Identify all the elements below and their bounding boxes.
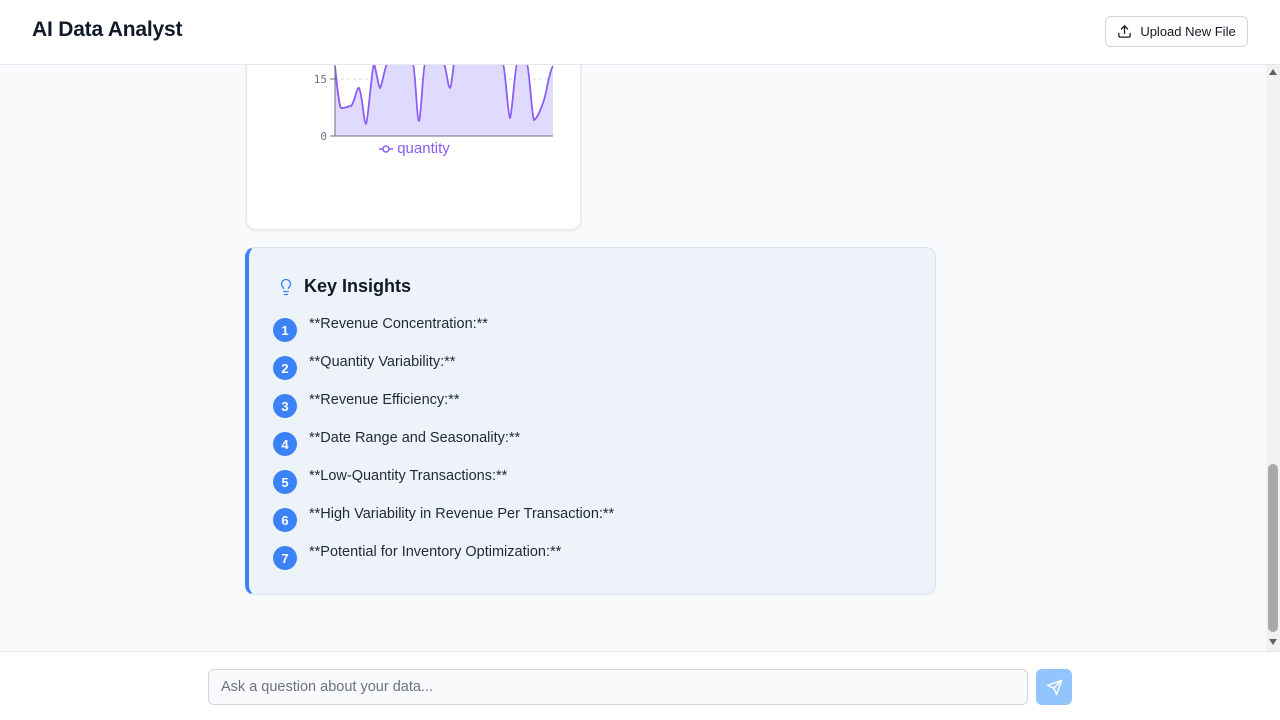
insight-text: **Low-Quantity Transactions:** <box>309 468 508 484</box>
chat-scroll-area[interactable]: 15 0 quantity Key Insights 1 **Revenue C… <box>0 65 1266 651</box>
chart-legend[interactable]: quantity <box>247 140 580 157</box>
insight-number-badge: 2 <box>273 356 297 380</box>
upload-icon <box>1118 25 1132 38</box>
insight-number-badge: 4 <box>273 432 297 456</box>
insight-item: 6 **High Variability in Revenue Per Tran… <box>273 506 614 546</box>
key-insights-panel: Key Insights 1 **Revenue Concentration:*… <box>245 247 936 595</box>
app-header: AI Data Analyst Upload New File <box>0 0 1280 65</box>
insight-list: 1 **Revenue Concentration:** 2 **Quantit… <box>273 316 614 584</box>
chart-card: 15 0 quantity <box>246 65 581 230</box>
insight-text: **Date Range and Seasonality:** <box>309 430 521 446</box>
insights-title: Key Insights <box>304 276 412 296</box>
insight-text: **High Variability in Revenue Per Transa… <box>309 506 615 522</box>
insight-item: 2 **Quantity Variability:** <box>273 354 614 394</box>
app-title: AI Data Analyst <box>32 18 183 41</box>
insight-number-badge: 1 <box>273 318 297 342</box>
insight-text: **Potential for Inventory Optimization:*… <box>309 544 562 560</box>
upload-button-label: Upload New File <box>1140 24 1236 39</box>
quantity-area-fill <box>335 65 553 136</box>
insight-item: 1 **Revenue Concentration:** <box>273 316 614 356</box>
insight-item: 4 **Date Range and Seasonality:** <box>273 430 614 470</box>
insight-item: 3 **Revenue Efficiency:** <box>273 392 614 432</box>
question-input[interactable] <box>208 669 1028 705</box>
insight-number-badge: 6 <box>273 508 297 532</box>
scrollbar[interactable] <box>1266 65 1280 651</box>
insight-text: **Revenue Concentration:** <box>309 316 488 332</box>
lightbulb-icon <box>280 278 292 295</box>
insight-text: **Revenue Efficiency:** <box>309 392 460 408</box>
insight-item: 7 **Potential for Inventory Optimization… <box>273 544 614 584</box>
chat-footer <box>0 651 1280 720</box>
insight-number-badge: 7 <box>273 546 297 570</box>
y-tick-15: 15 <box>314 73 327 86</box>
upload-new-file-button[interactable]: Upload New File <box>1105 16 1248 47</box>
scroll-up-arrow-icon[interactable] <box>1269 69 1277 75</box>
insight-text: **Quantity Variability:** <box>309 354 456 370</box>
send-button[interactable] <box>1036 669 1072 705</box>
scroll-down-arrow-icon[interactable] <box>1269 639 1277 645</box>
legend-label-quantity: quantity <box>397 140 450 157</box>
insights-header: Key Insights <box>277 276 411 297</box>
insight-number-badge: 5 <box>273 470 297 494</box>
insight-number-badge: 3 <box>273 394 297 418</box>
send-icon <box>1046 679 1062 695</box>
insight-item: 5 **Low-Quantity Transactions:** <box>273 468 614 508</box>
scrollbar-thumb[interactable] <box>1268 464 1278 632</box>
legend-line-dot-icon <box>379 144 394 153</box>
